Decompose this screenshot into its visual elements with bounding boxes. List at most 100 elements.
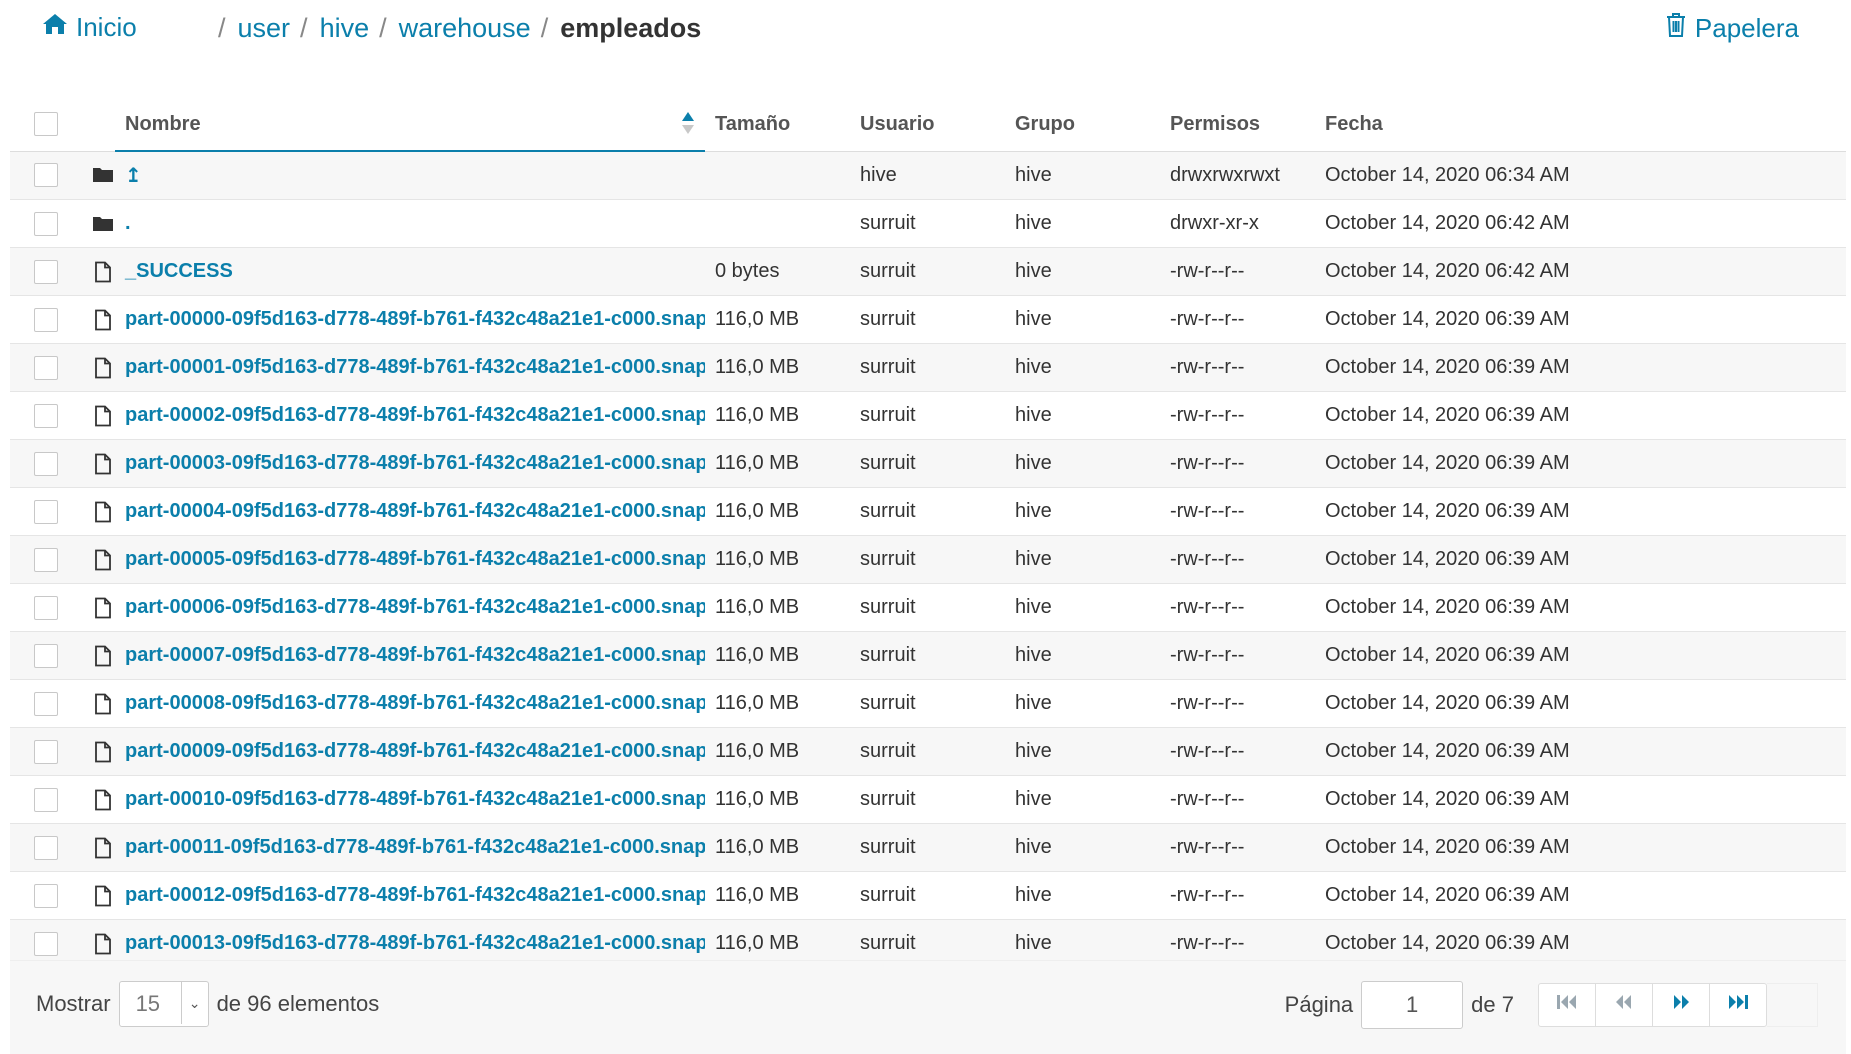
table-row[interactable]: part-00004-09f5d163-d778-489f-b761-f432c… xyxy=(10,487,1846,536)
file-size: 116,0 MB xyxy=(715,596,800,618)
row-checkbox[interactable] xyxy=(34,451,58,476)
file-user: surruit xyxy=(860,199,1015,248)
file-icon xyxy=(92,597,114,619)
file-date: October 14, 2020 06:39 AM xyxy=(1325,871,1846,920)
table-row[interactable]: part-00012-09f5d163-d778-489f-b761-f432c… xyxy=(10,871,1846,920)
row-checkbox[interactable] xyxy=(34,355,58,380)
file-user: surruit xyxy=(860,391,1015,440)
file-date: October 14, 2020 06:39 AM xyxy=(1325,727,1846,776)
file-name-link[interactable]: part-00002-09f5d163-d778-489f-b761-f432c… xyxy=(125,404,705,426)
file-name-link[interactable]: ↥ xyxy=(125,165,142,187)
row-checkbox[interactable] xyxy=(34,307,58,332)
table-row[interactable]: part-00000-09f5d163-d778-489f-b761-f432c… xyxy=(10,295,1846,344)
folder-icon xyxy=(92,164,114,186)
file-icon xyxy=(92,741,114,763)
file-group: hive xyxy=(1015,727,1170,776)
table-row[interactable]: part-00010-09f5d163-d778-489f-b761-f432c… xyxy=(10,775,1846,824)
row-checkbox[interactable] xyxy=(34,211,58,236)
home-link[interactable]: Inicio xyxy=(42,12,137,43)
table-row[interactable]: ↥ hive hive drwxrwxrwxt October 14, 2020 06:… xyxy=(10,151,1846,200)
table-row[interactable]: part-00006-09f5d163-d778-489f-b761-f432c… xyxy=(10,583,1846,632)
row-checkbox[interactable] xyxy=(34,691,58,716)
file-permissions: drwxr-xr-x xyxy=(1170,199,1325,248)
breadcrumb-user[interactable]: user xyxy=(238,13,291,44)
file-name-link[interactable]: part-00007-09f5d163-d778-489f-b761-f432c… xyxy=(125,644,705,666)
row-checkbox[interactable] xyxy=(34,595,58,620)
pagination-footer: Mostrar 15 ⌄ de 96 elementos Página de 7 xyxy=(10,960,1846,1054)
file-date: October 14, 2020 06:39 AM xyxy=(1325,535,1846,584)
file-permissions: -rw-r--r-- xyxy=(1170,583,1325,632)
file-group: hive xyxy=(1015,487,1170,536)
file-name-link[interactable]: part-00000-09f5d163-d778-489f-b761-f432c… xyxy=(125,308,705,330)
file-group: hive xyxy=(1015,151,1170,200)
page-number-input[interactable] xyxy=(1361,981,1464,1029)
table-row[interactable]: part-00002-09f5d163-d778-489f-b761-f432c… xyxy=(10,391,1846,440)
file-name-link[interactable]: part-00013-09f5d163-d778-489f-b761-f432c… xyxy=(125,932,705,954)
file-name-link[interactable]: . xyxy=(125,212,131,234)
file-size: 116,0 MB xyxy=(715,884,800,906)
file-name-link[interactable]: part-00005-09f5d163-d778-489f-b761-f432c… xyxy=(125,548,705,570)
table-row[interactable]: part-00005-09f5d163-d778-489f-b761-f432c… xyxy=(10,535,1846,584)
file-group: hive xyxy=(1015,295,1170,344)
table-row[interactable]: part-00009-09f5d163-d778-489f-b761-f432c… xyxy=(10,727,1846,776)
select-all-checkbox[interactable] xyxy=(34,112,58,137)
file-name-link[interactable]: part-00010-09f5d163-d778-489f-b761-f432c… xyxy=(125,788,705,810)
row-checkbox[interactable] xyxy=(34,403,58,428)
row-checkbox[interactable] xyxy=(34,643,58,668)
table-row[interactable]: part-00007-09f5d163-d778-489f-b761-f432c… xyxy=(10,631,1846,680)
file-name-link[interactable]: part-00008-09f5d163-d778-489f-b761-f432c… xyxy=(125,692,705,714)
row-checkbox[interactable] xyxy=(34,739,58,764)
table-row[interactable]: part-00011-09f5d163-d778-489f-b761-f432c… xyxy=(10,823,1846,872)
trash-link[interactable]: Papelera xyxy=(1665,12,1799,45)
table-row[interactable]: part-00001-09f5d163-d778-489f-b761-f432c… xyxy=(10,343,1846,392)
file-group: hive xyxy=(1015,199,1170,248)
file-date: October 14, 2020 06:39 AM xyxy=(1325,487,1846,536)
file-name-link[interactable]: part-00009-09f5d163-d778-489f-b761-f432c… xyxy=(125,740,705,762)
file-user: surruit xyxy=(860,487,1015,536)
page-navigation: Página de 7 xyxy=(1285,981,1818,1029)
prev-page-button[interactable] xyxy=(1596,984,1653,1026)
total-items-label: de 96 elementos xyxy=(216,991,380,1016)
row-checkbox[interactable] xyxy=(34,259,58,284)
last-page-button[interactable] xyxy=(1710,984,1766,1026)
table-row[interactable]: part-00003-09f5d163-d778-489f-b761-f432c… xyxy=(10,439,1846,488)
pager-spacer xyxy=(1767,983,1818,1027)
table-row[interactable]: . surruit hive drwxr-xr-x October 14, 2020 0… xyxy=(10,199,1846,248)
file-size: 116,0 MB xyxy=(715,692,800,714)
row-checkbox[interactable] xyxy=(34,787,58,812)
file-permissions: -rw-r--r-- xyxy=(1170,727,1325,776)
column-header-size[interactable]: Tamaño xyxy=(705,98,860,152)
breadcrumb-hive[interactable]: hive xyxy=(320,13,370,44)
column-header-group[interactable]: Grupo xyxy=(1015,98,1170,152)
file-date: October 14, 2020 06:39 AM xyxy=(1325,391,1846,440)
file-name-link[interactable]: _SUCCESS xyxy=(125,260,233,282)
file-name-link[interactable]: part-00012-09f5d163-d778-489f-b761-f432c… xyxy=(125,884,705,906)
row-checkbox[interactable] xyxy=(34,547,58,572)
row-checkbox[interactable] xyxy=(34,499,58,524)
file-name-link[interactable]: part-00011-09f5d163-d778-489f-b761-f432c… xyxy=(125,836,705,858)
row-checkbox[interactable] xyxy=(34,883,58,908)
row-checkbox[interactable] xyxy=(34,163,58,188)
table-row[interactable]: part-00008-09f5d163-d778-489f-b761-f432c… xyxy=(10,679,1846,728)
row-checkbox[interactable] xyxy=(34,931,58,956)
file-icon xyxy=(92,261,114,283)
column-header-permissions[interactable]: Permisos xyxy=(1170,98,1325,152)
breadcrumb-warehouse[interactable]: warehouse xyxy=(399,13,531,44)
column-header-user[interactable]: Usuario xyxy=(860,98,1015,152)
file-name-link[interactable]: part-00003-09f5d163-d778-489f-b761-f432c… xyxy=(125,452,705,474)
next-page-button[interactable] xyxy=(1653,984,1710,1026)
page-count-label: de 7 xyxy=(1471,992,1514,1017)
page-size-select[interactable]: 15 ⌄ xyxy=(118,981,209,1027)
breadcrumb-current: empleados xyxy=(560,13,702,43)
file-permissions: -rw-r--r-- xyxy=(1170,535,1325,584)
table-row[interactable]: _SUCCESS 0 bytes surruit hive -rw-r--r-- Octo… xyxy=(10,247,1846,296)
column-header-date[interactable]: Fecha xyxy=(1325,98,1846,152)
file-date: October 14, 2020 06:39 AM xyxy=(1325,775,1846,824)
file-name-link[interactable]: part-00001-09f5d163-d778-489f-b761-f432c… xyxy=(125,356,705,378)
column-header-name[interactable]: Nombre xyxy=(115,98,705,152)
file-icon xyxy=(92,501,114,523)
first-page-button[interactable] xyxy=(1539,984,1596,1026)
file-name-link[interactable]: part-00006-09f5d163-d778-489f-b761-f432c… xyxy=(125,596,705,618)
row-checkbox[interactable] xyxy=(34,835,58,860)
file-name-link[interactable]: part-00004-09f5d163-d778-489f-b761-f432c… xyxy=(125,500,705,522)
